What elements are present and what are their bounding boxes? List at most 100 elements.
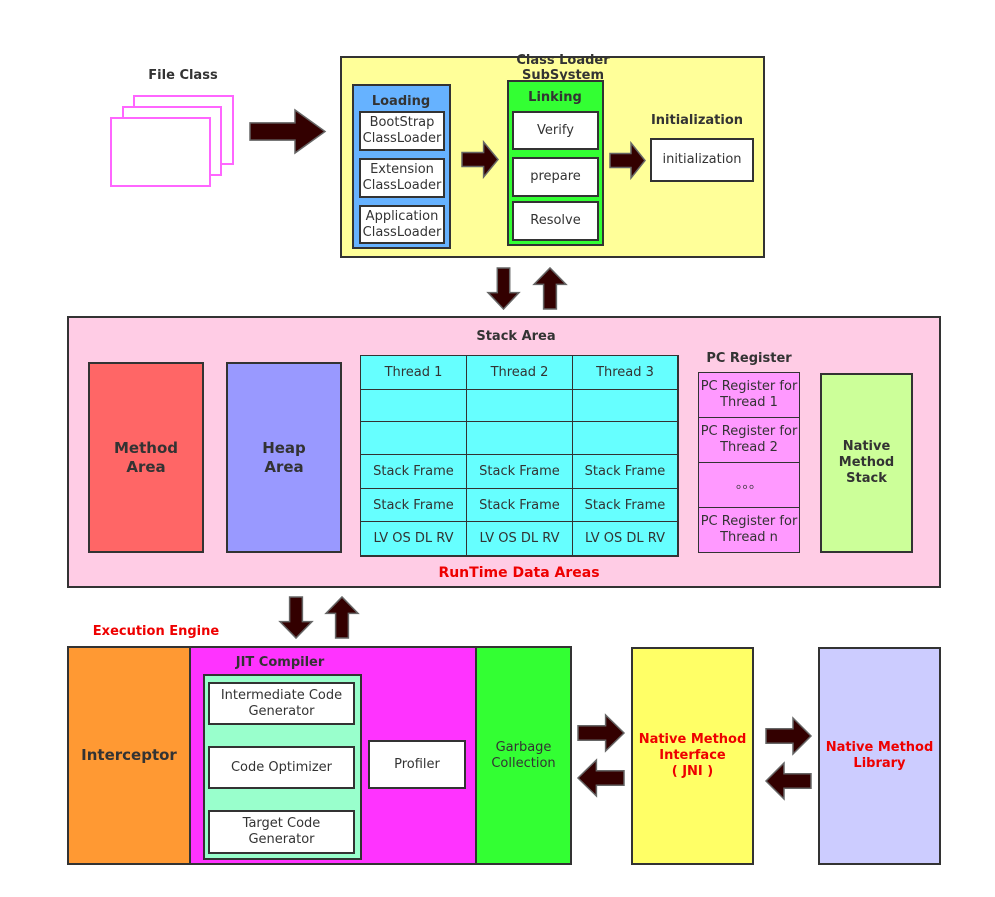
pc-register-item: PC Register for Thread 1 — [698, 372, 800, 418]
text: Application — [365, 208, 439, 224]
pc-register-item: 。。。 — [698, 462, 800, 508]
text: PC Register for — [700, 424, 798, 439]
text: ClassLoader — [362, 131, 442, 146]
arrow-down-icon — [280, 597, 312, 638]
pc-register-text: PC Register for Thread 1 — [701, 379, 798, 411]
interceptor: Interceptor — [67, 646, 191, 865]
text: Thread n — [720, 530, 778, 545]
bootstrap-classloader: BootStrap ClassLoader — [359, 111, 445, 151]
text: Generator — [248, 703, 315, 719]
pc-register-column: PC Register for Thread 1 PC Register for Th… — [698, 372, 800, 553]
heap-area: Heap Area — [226, 362, 342, 553]
text: PC Register for — [700, 379, 798, 394]
pc-register-text: PC Register for Thread 2 — [701, 424, 798, 456]
text: Collection — [491, 755, 556, 771]
extension-classloader: Extension ClassLoader — [359, 158, 445, 198]
initialization-box: initialization — [650, 138, 754, 182]
text: Thread 2 — [720, 440, 778, 455]
class-loader-title: Class Loader SubSystem — [516, 53, 609, 83]
text: Thread 1 — [720, 395, 778, 410]
stack-cell: Stack Frame — [572, 488, 678, 522]
native-method-library: Native Method Library — [818, 647, 941, 865]
text: Target Code — [242, 816, 321, 831]
native-method-stack: Native Method Stack — [820, 373, 913, 553]
garbage-collection: Garbage Collection — [475, 646, 572, 865]
initialization-label: Initialization — [650, 113, 744, 128]
intermediate-code-generator: Intermediate Code Generator — [208, 682, 355, 725]
prepare-box: prepare — [512, 157, 599, 197]
text: Native Method — [825, 740, 934, 755]
stack-cell — [360, 421, 467, 455]
stack-cell: Stack Frame — [572, 454, 678, 489]
text: BootStrap — [369, 115, 435, 130]
stack-cell: LV OS DL RV — [466, 521, 573, 556]
text: Native Method — [638, 732, 747, 747]
profiler: Profiler — [368, 740, 466, 789]
resolve-box: Resolve — [512, 201, 599, 241]
jvm-architecture-diagram: File Class Class Loader SubSystem Loading… — [0, 0, 995, 897]
arrow-right-icon — [610, 143, 645, 178]
title-line: Class Loader — [516, 53, 610, 68]
thread-header: Thread 3 — [572, 355, 678, 390]
text: Extension — [370, 162, 434, 177]
stack-cell: LV OS DL RV — [572, 521, 678, 556]
text: ( JNI ) — [671, 764, 714, 779]
stack-cell — [466, 421, 573, 455]
arrow-right-icon — [578, 715, 624, 751]
verify-box: Verify — [512, 111, 599, 150]
linking-label: Linking — [528, 90, 582, 105]
arrow-left-icon — [766, 763, 811, 799]
text: Interface — [659, 748, 726, 763]
target-code-generator: Target Code Generator — [208, 810, 355, 854]
text: Native — [842, 439, 891, 454]
text: ClassLoader — [362, 224, 442, 240]
text: 。。。 — [735, 477, 762, 492]
arrow-right-icon — [462, 142, 498, 177]
arrow-right-icon — [250, 110, 325, 153]
pc-register-text: 。。。 — [736, 477, 762, 493]
jit-compiler-label: JIT Compiler — [235, 655, 325, 670]
arrow-up-icon — [534, 268, 566, 309]
stack-area-table: Thread 1 Thread 2 Thread 3 Stack Frame Stack… — [360, 355, 679, 557]
text: Method — [114, 438, 178, 457]
runtime-data-areas-label: RunTime Data Areas — [438, 565, 600, 581]
text: PC Register for — [700, 514, 798, 529]
stack-cell: Stack Frame — [360, 488, 467, 522]
thread-header: Thread 1 — [360, 355, 467, 390]
execution-engine-label: Execution Engine — [92, 624, 220, 639]
text: Method — [838, 455, 895, 470]
stack-cell — [466, 389, 573, 422]
loading-label: Loading — [371, 94, 431, 109]
text: Heap — [262, 438, 306, 457]
pc-register-item: PC Register for Thread 2 — [698, 417, 800, 463]
text: Stack — [846, 471, 887, 486]
stack-cell — [572, 421, 678, 455]
stack-cell: Stack Frame — [466, 488, 573, 522]
arrow-left-icon — [578, 760, 624, 796]
text: Garbage — [495, 739, 552, 755]
stack-cell: Stack Frame — [360, 454, 467, 489]
text: Area — [126, 457, 166, 476]
code-optimizer: Code Optimizer — [208, 746, 355, 789]
text: Intermediate Code — [220, 687, 343, 703]
stack-cell: LV OS DL RV — [360, 521, 467, 556]
text: Area — [264, 457, 304, 476]
pc-register-label: PC Register — [706, 351, 792, 366]
file-icon — [110, 117, 211, 187]
text: ClassLoader — [362, 178, 442, 193]
native-method-interface: Native Method Interface( JNI ) — [631, 647, 754, 865]
pc-register-item: PC Register for Thread n — [698, 507, 800, 553]
text: Generator — [248, 832, 315, 847]
application-classloader: Application ClassLoader — [359, 205, 445, 244]
file-class-label: File Class — [148, 68, 218, 83]
method-area: Method Area — [88, 362, 204, 553]
text: Library — [853, 756, 906, 771]
arrow-right-icon — [766, 718, 811, 754]
thread-header: Thread 2 — [466, 355, 573, 390]
arrow-down-icon — [488, 268, 519, 309]
stack-cell: Stack Frame — [466, 454, 573, 489]
arrow-up-icon — [326, 597, 358, 638]
pc-register-text: PC Register for Thread n — [701, 514, 798, 546]
stack-cell — [572, 389, 678, 422]
stack-cell — [360, 389, 467, 422]
